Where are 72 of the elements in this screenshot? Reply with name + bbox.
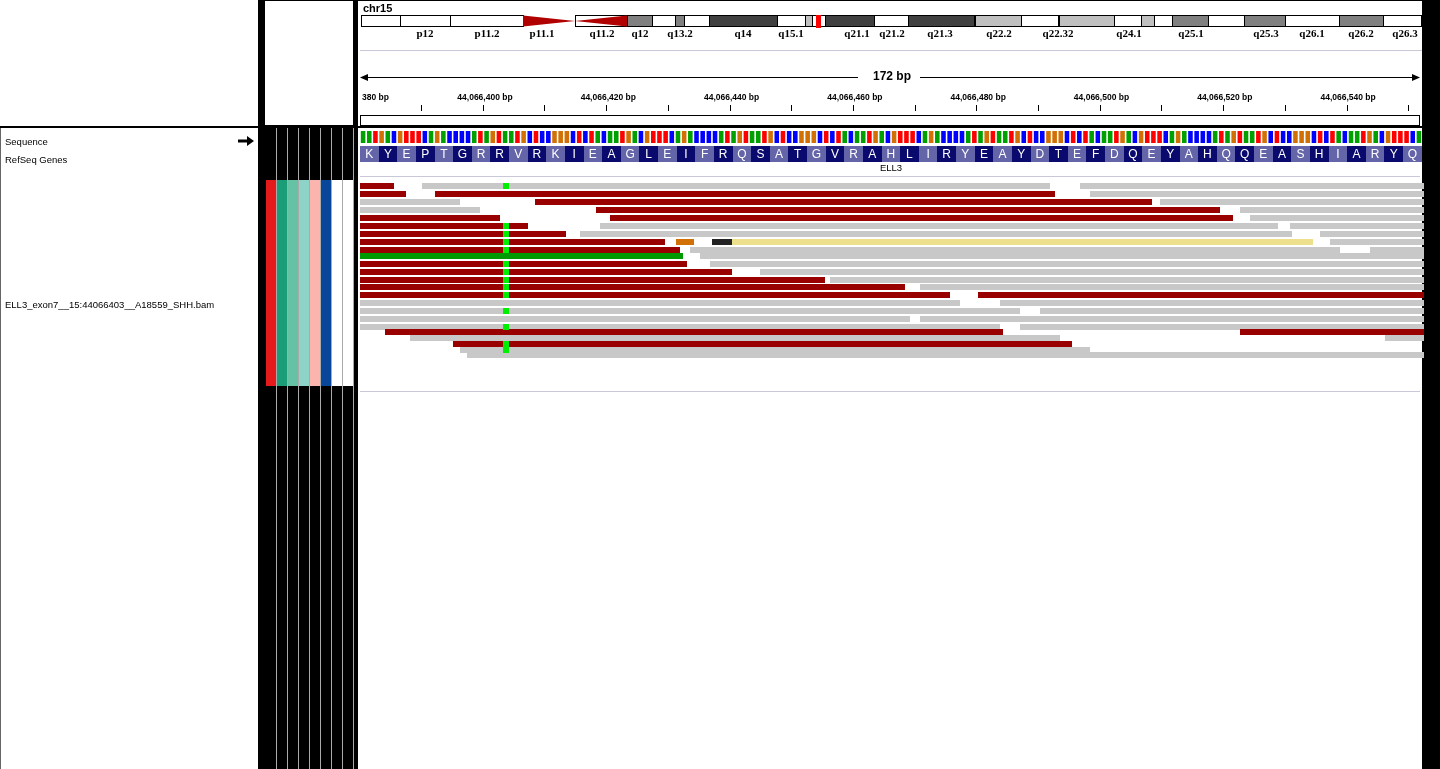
attribute-color-cell[interactable] <box>288 180 298 386</box>
band-label: q21.3 <box>927 27 953 39</box>
amino-acid: T <box>1049 146 1068 162</box>
amino-acid: F <box>695 146 714 162</box>
band-label: q15.1 <box>778 27 804 39</box>
amino-acid: S <box>1291 146 1310 162</box>
band-label: q26.2 <box>1348 27 1374 39</box>
ruler-tick-label: 44,066,480 bp <box>950 92 1006 102</box>
ruler-tick-label: 44,066,440 bp <box>703 92 760 102</box>
amino-acid: H <box>1198 146 1217 162</box>
amino-acid: Q <box>1403 146 1422 162</box>
amino-acid: V <box>509 146 528 162</box>
attribute-color-cell[interactable] <box>299 180 309 386</box>
amino-acid: A <box>602 146 621 162</box>
band-label: q25.3 <box>1253 27 1279 39</box>
amino-acid: E <box>1254 146 1273 162</box>
ruler-tick-label: 380 bp <box>362 92 389 102</box>
gene-name: ELL3 <box>878 162 904 175</box>
attribute-color-cell[interactable] <box>310 180 320 386</box>
track-name[interactable]: Sequence <box>5 135 48 147</box>
amino-acid: E <box>397 146 416 162</box>
band-label: p11.2 <box>474 27 500 39</box>
band-label: q22.2 <box>986 27 1012 39</box>
amino-acid: A <box>993 146 1012 162</box>
amino-acid: Q <box>1235 146 1254 162</box>
amino-acid: R <box>490 146 509 162</box>
band-label: p11.1 <box>529 27 555 39</box>
band-label: q21.2 <box>879 27 905 39</box>
amino-acid: K <box>360 146 379 162</box>
track-name[interactable]: RefSeq Genes <box>5 154 68 165</box>
span-length-label: 172 bp <box>872 69 912 83</box>
band-label: q14 <box>734 27 752 39</box>
band-label: q11.2 <box>589 27 615 39</box>
ruler-tick-label: 44,066,540 bp <box>1320 92 1376 102</box>
attribute-color-cell[interactable] <box>332 180 342 386</box>
chromosome-name: chr15 <box>362 1 394 15</box>
amino-acid: D <box>1105 146 1124 162</box>
amino-acid: T <box>788 146 807 162</box>
amino-acid: F <box>1086 146 1105 162</box>
attribute-color-cell[interactable] <box>277 180 287 386</box>
ruler-tick-label: 44,066,520 bp <box>1197 92 1253 102</box>
amino-acid: Y <box>1384 146 1403 162</box>
ruler-tick-label: 44,066,420 bp <box>580 92 636 102</box>
band-label: q21.1 <box>844 27 870 39</box>
band-label: q26.3 <box>1392 27 1418 39</box>
ruler-tick-label: 44,066,500 bp <box>1073 92 1130 102</box>
band-label: q13.2 <box>667 27 693 39</box>
band-label: q26.1 <box>1299 27 1325 39</box>
band-label: q24.1 <box>1116 27 1142 39</box>
attribute-color-cell[interactable] <box>343 180 353 386</box>
band-label: q12 <box>631 27 649 39</box>
amino-acid: G <box>453 146 472 162</box>
amino-acid: Y <box>956 146 975 162</box>
attribute-color-cell[interactable] <box>266 180 276 386</box>
band-label: q22.32 <box>1042 27 1074 39</box>
amino-acid: K <box>546 146 565 162</box>
amino-acid: R <box>937 146 956 162</box>
amino-acid: G <box>807 146 826 162</box>
band-label: p12 <box>416 27 434 39</box>
band-label: q25.1 <box>1178 27 1204 39</box>
amino-acid: S <box>751 146 770 162</box>
amino-acid: E <box>1142 146 1161 162</box>
amino-acid: E <box>658 146 677 162</box>
right-arrow-icon[interactable] <box>238 136 254 146</box>
amino-acid: L <box>639 146 658 162</box>
amino-acid: A <box>1347 146 1366 162</box>
ruler-tick-label: 44,066,400 bp <box>457 92 513 102</box>
ruler-tick-label: 44,066,460 bp <box>827 92 883 102</box>
amino-acid: L <box>900 146 919 162</box>
amino-acid: R <box>844 146 863 162</box>
attribute-color-cell[interactable] <box>321 180 331 386</box>
track-name[interactable]: ELL3_exon7__15:44066403__A18559_SHH.bam <box>5 298 215 310</box>
